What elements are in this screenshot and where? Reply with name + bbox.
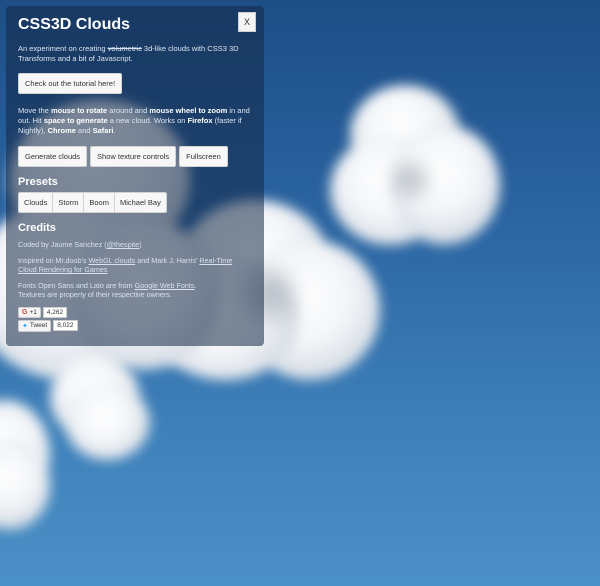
close-button[interactable]: X <box>238 12 256 32</box>
google-web-fonts-link[interactable]: Google Web Fonts <box>135 281 195 290</box>
texture-controls-button[interactable]: Show texture controls <box>90 146 177 167</box>
google-plus-count: 4,262 <box>42 306 68 318</box>
help-text: Move the mouse to rotate around and mous… <box>18 106 250 135</box>
credits-heading: Credits <box>18 222 56 234</box>
strikethrough-word: volumetric <box>107 44 142 53</box>
preset-boom-button[interactable]: Boom <box>84 193 115 212</box>
generate-clouds-button[interactable]: Generate clouds <box>18 146 88 167</box>
credit-inspired: Inspired on Mr.doob's WebGL clouds and M… <box>18 255 233 275</box>
page-title: CSS3D Clouds <box>18 16 131 33</box>
intro-text: An experiment on creating volumetric 3d-… <box>18 44 239 63</box>
presets-group: Clouds Storm Boom Michael Bay <box>18 192 167 213</box>
twitter-bird-icon: ✦ <box>22 322 28 330</box>
cloud-bottom-left <box>0 400 55 530</box>
cloud-right <box>330 85 500 260</box>
cloud-lower-small <box>50 355 150 460</box>
preset-storm-button[interactable]: Storm <box>53 193 85 212</box>
preset-clouds-button[interactable]: Clouds <box>19 193 54 212</box>
author-link[interactable]: @thespite <box>107 240 139 249</box>
fullscreen-button[interactable]: Fullscreen <box>179 146 228 167</box>
google-plus-button[interactable]: G +1 <box>18 306 41 318</box>
google-plus-icon: G <box>22 308 28 316</box>
credit-coded-by: Coded by Jaume Sanchez (@thespite) <box>18 240 142 249</box>
webgl-clouds-link[interactable]: WebGL clouds <box>89 256 136 265</box>
preset-michael-bay-button[interactable]: Michael Bay <box>114 193 166 212</box>
action-buttons: Generate clouds Show texture controls Fu… <box>18 146 252 167</box>
tweet-count: 8,022 <box>53 320 78 331</box>
presets-heading: Presets <box>18 176 58 188</box>
info-panel: CSS3D Clouds X An experiment on creating… <box>6 6 264 346</box>
credit-fonts: Fonts Open Sans and Lato are from Google… <box>18 280 197 300</box>
tweet-button[interactable]: ✦ Tweet <box>18 319 52 332</box>
social-buttons: G +1 4,262 ✦ Tweet 8,022 <box>18 306 252 332</box>
tutorial-button[interactable]: Check out the tutorial here! <box>18 73 123 94</box>
